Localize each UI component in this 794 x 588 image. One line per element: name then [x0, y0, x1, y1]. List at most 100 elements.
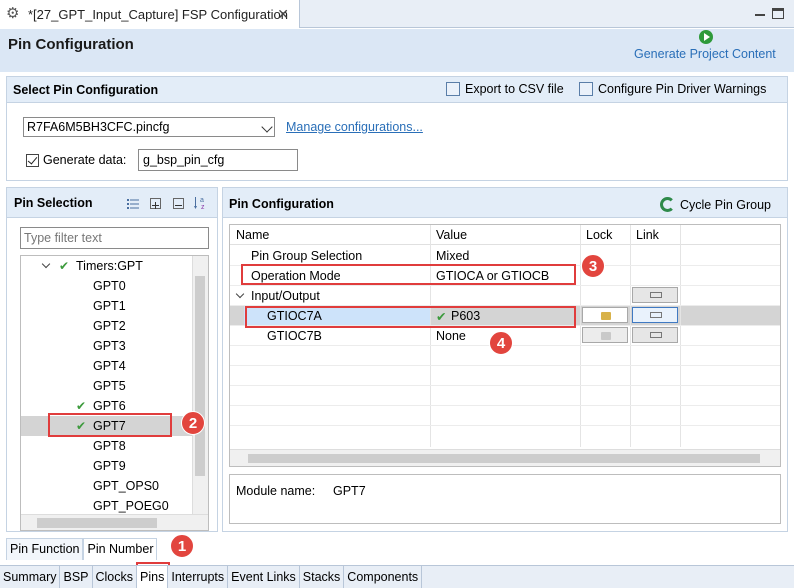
highlight-box-gpt7 [48, 413, 172, 437]
column-header-lock[interactable]: Lock [586, 228, 612, 242]
row-value-gtioc7b[interactable]: None [436, 329, 466, 343]
select-pin-configuration-panel: Select Pin Configuration Export to CSV f… [6, 76, 788, 181]
tree-item-gpt1[interactable]: GPT1 [21, 296, 193, 316]
tree-item-gpt9[interactable]: GPT9 [21, 456, 193, 476]
expand-all-icon[interactable] [150, 198, 161, 209]
svg-text:a: a [200, 197, 204, 204]
pin-config-file-select[interactable]: R7FA6M5BH3CFC.pincfg [23, 117, 275, 137]
tree-item-label: GPT_POEG0 [93, 499, 169, 513]
chevron-down-icon[interactable] [41, 259, 51, 269]
row-value-pin-group-selection[interactable]: Mixed [436, 249, 469, 263]
step-badge-3: 3 [581, 254, 605, 278]
tree-item-gpt2[interactable]: GPT2 [21, 316, 193, 336]
module-name-value: GPT7 [333, 484, 366, 498]
cycle-pin-group-button[interactable]: Cycle Pin Group [660, 197, 771, 212]
link-button-gtioc7b[interactable] [632, 327, 678, 343]
tab-stacks[interactable]: Stacks [300, 566, 345, 588]
pin-filter-input[interactable]: Type filter text [20, 227, 209, 249]
tree-item-label: Timers:GPT [76, 259, 143, 273]
editor-tab-title: *[27_GPT_Input_Capture] FSP Configuratio… [28, 6, 288, 22]
export-csv-icon [446, 82, 460, 96]
generate-project-icon[interactable] [699, 30, 713, 44]
generate-data-input[interactable]: g_bsp_pin_cfg [138, 149, 298, 171]
tab-event-links[interactable]: Event Links [228, 566, 300, 588]
close-icon[interactable]: ✕ [277, 6, 289, 23]
tab-pin-number[interactable]: Pin Number [83, 538, 158, 560]
check-icon: ✔ [59, 259, 70, 273]
module-name-label: Module name: [236, 484, 316, 498]
tab-interrupts[interactable]: Interrupts [168, 566, 229, 588]
list-view-icon[interactable] [127, 198, 139, 209]
maximize-icon[interactable] [772, 8, 784, 19]
tree-item-gpt-poeg0[interactable]: GPT_POEG0 [21, 496, 193, 516]
link-button-gtioc7a[interactable] [632, 307, 678, 323]
lock-icon [601, 332, 611, 340]
link-icon [650, 292, 662, 298]
row-divider [230, 385, 780, 386]
generate-data-checkbox[interactable] [26, 154, 39, 167]
tree-item-timers-gpt[interactable]: ✔ Timers:GPT [21, 256, 193, 276]
row-divider [230, 365, 780, 366]
generate-project-content-link[interactable]: Generate Project Content [634, 47, 776, 61]
tree-item-label: GPT4 [93, 359, 126, 373]
arrow-right-icon [650, 312, 662, 318]
minimize-icon[interactable] [753, 6, 767, 20]
configure-pin-driver-warnings-button[interactable]: Configure Pin Driver Warnings [579, 82, 766, 96]
tree-item-label: GPT2 [93, 319, 126, 333]
export-csv-button[interactable]: Export to CSV file [446, 82, 564, 96]
select-pin-configuration-title: Select Pin Configuration [13, 83, 159, 97]
pin-selection-header: Pin Selection az [7, 188, 217, 218]
table-horizontal-scrollbar[interactable] [230, 449, 780, 466]
tree-item-gpt8[interactable]: GPT8 [21, 436, 193, 456]
row-name-gtioc7b[interactable]: GTIOC7B [267, 329, 322, 343]
lock-icon [601, 312, 611, 320]
column-header-value[interactable]: Value [436, 228, 467, 242]
pin-configuration-panel: Pin Configuration Cycle Pin Group Name V… [222, 187, 788, 532]
tree-item-label: GPT5 [93, 379, 126, 393]
highlight-box-gtioc7a [245, 306, 576, 328]
configure-warnings-icon [579, 82, 593, 96]
tree-horizontal-scrollbar[interactable] [21, 514, 208, 530]
column-header-link[interactable]: Link [636, 228, 659, 242]
sort-az-icon[interactable]: az [194, 195, 205, 211]
column-divider [680, 225, 681, 447]
scrollbar-thumb[interactable] [195, 276, 205, 476]
chevron-down-icon[interactable] [235, 289, 245, 299]
tree-item-label: GPT_OPS0 [93, 479, 159, 493]
collapse-all-icon[interactable] [173, 198, 184, 209]
configuration-editor-tabs: Summary BSP Clocks Pins Interrupts Event… [0, 565, 794, 588]
tab-components[interactable]: Components [344, 566, 423, 588]
tree-item-gpt4[interactable]: GPT4 [21, 356, 193, 376]
lock-button-gtioc7a[interactable] [582, 307, 628, 323]
scrollbar-thumb[interactable] [248, 454, 760, 463]
tab-summary[interactable]: Summary [0, 566, 61, 588]
column-divider [630, 225, 631, 447]
tab-pin-function[interactable]: Pin Function [6, 538, 84, 560]
link-group-button[interactable] [632, 287, 678, 303]
column-divider [580, 225, 581, 447]
tree-item-label: GPT3 [93, 339, 126, 353]
lock-button-gtioc7b[interactable] [582, 327, 628, 343]
editor-tab-fsp-configuration[interactable]: ⚙ *[27_GPT_Input_Capture] FSP Configurat… [0, 0, 300, 28]
tree-item-gpt5[interactable]: GPT5 [21, 376, 193, 396]
tree-item-gpt3[interactable]: GPT3 [21, 336, 193, 356]
tree-item-label: GPT8 [93, 439, 126, 453]
select-pin-configuration-header: Select Pin Configuration Export to CSV f… [7, 77, 787, 103]
tree-item-gpt0[interactable]: GPT0 [21, 276, 193, 296]
tab-pins[interactable]: Pins [137, 566, 169, 588]
scrollbar-thumb[interactable] [37, 518, 157, 528]
column-header-name[interactable]: Name [236, 228, 269, 242]
tab-bsp[interactable]: BSP [60, 566, 93, 588]
tab-clocks[interactable]: Clocks [93, 566, 138, 588]
row-name-pin-group-selection[interactable]: Pin Group Selection [251, 249, 362, 263]
arrow-right-icon [650, 332, 662, 338]
tree-vertical-scrollbar[interactable] [192, 256, 208, 514]
row-name-input-output[interactable]: Input/Output [251, 289, 320, 303]
pin-view-tabs: Pin Function Pin Number [6, 538, 158, 560]
step-badge-4: 4 [489, 331, 513, 355]
manage-configurations-link[interactable]: Manage configurations... [286, 120, 423, 134]
pin-selection-tree: ✔ Timers:GPT GPT0 GPT1 GPT2 GPT3 GPT4 GP… [20, 255, 209, 531]
row-divider [230, 425, 780, 426]
tree-item-gpt-ops0[interactable]: GPT_OPS0 [21, 476, 193, 496]
cycle-pin-group-label: Cycle Pin Group [680, 197, 772, 212]
